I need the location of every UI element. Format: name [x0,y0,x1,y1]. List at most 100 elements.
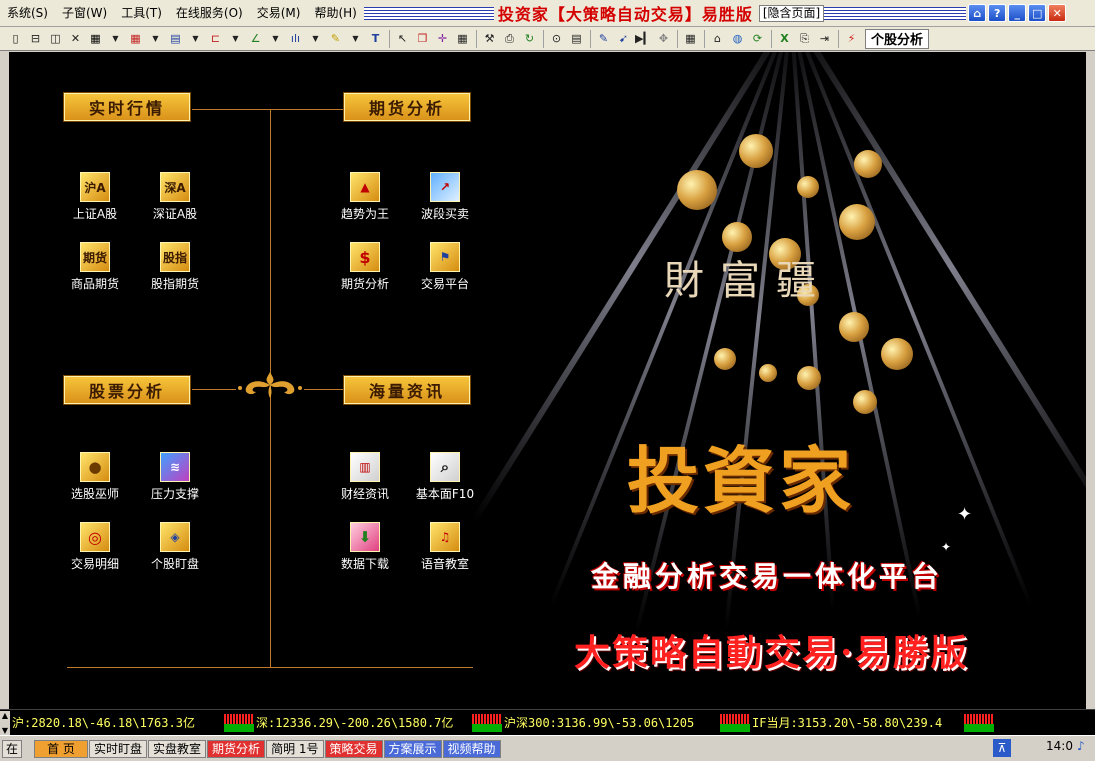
tab-realtime-watch[interactable]: 实时盯盘 [89,739,148,758]
crosshair-icon[interactable]: ✛ [433,29,452,48]
ticker-csi300[interactable]: 沪深300:3136.99\-53.06\1205 [504,714,718,731]
gold-coin-icon [797,176,819,198]
chevron-down-icon[interactable]: ▼ [106,29,125,48]
binoculars-icon[interactable]: ⊙ [547,29,566,48]
hide-page-button[interactable]: [隐含页面] [758,4,825,22]
page-taskbar: 在 首 页 实时盯盘 实盘教室 期货分析 简明 1号 策略交易 方案展示 视频帮… [0,735,1095,761]
app-stock-picker[interactable]: ● 选股巫师 [55,452,135,502]
house-icon[interactable]: ⌂ [708,29,727,48]
maximize-icon[interactable]: □ [1028,4,1047,22]
alarm-icon[interactable]: ♪ [1077,739,1091,757]
taskbar-spacer [23,740,33,758]
chevron-down-icon[interactable]: ▼ [146,29,165,48]
app-shanghai-a-shares[interactable]: 沪A 上证A股 [55,172,135,222]
lightning-icon[interactable]: ⚡ [842,29,861,48]
menu-online-service[interactable]: 在线服务(O) [169,0,250,27]
globe-icon[interactable]: ◍ [728,29,747,48]
promo-banner: 財富疆 投資家 ✦ ✦ 金融分析交易一体化平台 大策略自動交易·易勝版 [429,52,1086,709]
dollar-icon: $ [350,242,380,272]
tab-home[interactable]: 首 页 [34,739,89,758]
ticker-scroll-arrows[interactable]: ▲ ▼ [0,710,10,735]
clipboard-icon[interactable]: ▤ [567,29,586,48]
home-icon[interactable]: ⌂ [968,4,987,22]
volume-bars-icon[interactable]: ılı [286,29,305,48]
app-shenzhen-a-shares[interactable]: 深A 深证A股 [135,172,215,222]
app-support-resistance[interactable]: ≋ 压力支撑 [135,452,215,502]
tab-strategy-trading[interactable]: 策略交易 [324,739,383,758]
network-status-icon[interactable]: ⊼ [993,739,1011,757]
tab-video-help[interactable]: 视频帮助 [442,739,501,758]
navigate-icon[interactable]: ⇥ [815,29,834,48]
app-futures-analysis[interactable]: $ 期货分析 [325,242,405,292]
table-icon[interactable]: ▤ [166,29,185,48]
tab-plan-showcase[interactable]: 方案展示 [383,739,442,758]
ticker-shenzhen[interactable]: 深:12336.29\-200.26\1580.7亿 [256,714,470,731]
app-stock-watch[interactable]: ◈ 个股盯盘 [135,522,215,572]
app-label: 交易明细 [70,557,119,571]
chevron-down-icon[interactable]: ▼ [186,29,205,48]
ticker-volume-bars [472,713,502,732]
play-forward-icon[interactable]: ▶▎ [634,29,653,48]
menu-system[interactable]: 系统(S) [0,0,55,27]
text-tool-icon[interactable]: T [366,29,385,48]
move-icon[interactable]: ✥ [654,29,673,48]
highlight-icon[interactable]: ✎ [326,29,345,48]
pen-icon[interactable]: ✎ [594,29,613,48]
close-window-icon[interactable]: ✕ [66,29,85,48]
ticker-shanghai[interactable]: 沪:2820.18\-46.18\1763.3亿 [12,714,222,731]
new-page-icon[interactable]: ▯ [6,29,25,48]
split-horizontal-icon[interactable]: ⊟ [26,29,45,48]
close-icon[interactable]: ✕ [1048,4,1067,22]
toolbar-separator [704,29,705,48]
windows-icon[interactable]: ❐ [413,29,432,48]
tab-live-classroom[interactable]: 实盘教室 [148,739,207,758]
app-financial-news[interactable]: ▥ 财经资讯 [325,452,405,502]
promo-subtitle: 財富疆 [664,258,832,304]
app-title: 投资家【大策略自动交易】易胜版 [497,5,753,24]
section-realtime-quotes[interactable]: 实时行情 [64,93,190,121]
app-label: 选股巫师 [70,487,119,501]
app-data-download[interactable]: ⬇ 数据下载 [325,522,405,572]
menu-subwindow[interactable]: 子窗(W) [55,0,114,27]
menu-tools[interactable]: 工具(T) [114,0,169,27]
section-stock-analysis[interactable]: 股票分析 [64,376,190,404]
stock-analysis-button[interactable]: 个股分析 [865,28,930,49]
grid-icon[interactable]: ▦ [86,29,105,48]
app-label: 期货分析 [340,277,389,291]
chevron-down-icon[interactable]: ▼ [226,29,245,48]
menu-trade[interactable]: 交易(M) [250,0,308,27]
help-icon[interactable]: ? [988,4,1007,22]
arrow-up-icon[interactable]: ▲ [2,711,8,720]
cursor-icon[interactable]: ↖ [393,29,412,48]
tab-brief-no1[interactable]: 简明 1号 [266,739,324,758]
sync-icon[interactable]: ⟳ [748,29,767,48]
chevron-down-icon[interactable]: ▼ [266,29,285,48]
app-commodity-futures[interactable]: 期货 商品期货 [55,242,135,292]
gold-coin-icon [853,390,877,414]
line-chart-icon[interactable]: ∠ [246,29,265,48]
export-icon[interactable]: ⎘ [795,29,814,48]
indicator-icon[interactable]: ⊏ [206,29,225,48]
refresh-chart-icon[interactable]: ↻ [520,29,539,48]
split-vertical-icon[interactable]: ◫ [46,29,65,48]
excel-icon[interactable]: X [775,29,794,48]
app-index-futures[interactable]: 股指 股指期货 [135,242,215,292]
chevron-down-icon[interactable]: ▼ [306,29,325,48]
app-trend-king[interactable]: ▲ 趋势为王 [325,172,405,222]
arrow-down-icon[interactable]: ▼ [2,726,8,735]
keyboard-icon[interactable]: ▦ [681,29,700,48]
chevron-down-icon[interactable]: ▼ [346,29,365,48]
ornament-icon [238,372,302,398]
menu-help[interactable]: 帮助(H) [307,0,363,27]
calculator-icon[interactable]: ▦ [453,29,472,48]
color-grid-icon[interactable]: ▦ [126,29,145,48]
minimize-icon[interactable]: _ [1008,4,1027,22]
toolbar-separator [771,29,772,48]
arrow-line-icon[interactable]: ➹ [614,29,633,48]
ticker-if-current-month[interactable]: IF当月:3153.20\-58.80\239.4 [752,714,962,731]
printer-icon[interactable]: ⎙ [500,29,519,48]
tools-icon[interactable]: ⚒ [480,29,499,48]
taskbar-start[interactable]: 在 [2,739,23,758]
tab-futures-analysis[interactable]: 期货分析 [207,739,266,758]
app-trade-details[interactable]: ◎ 交易明细 [55,522,135,572]
